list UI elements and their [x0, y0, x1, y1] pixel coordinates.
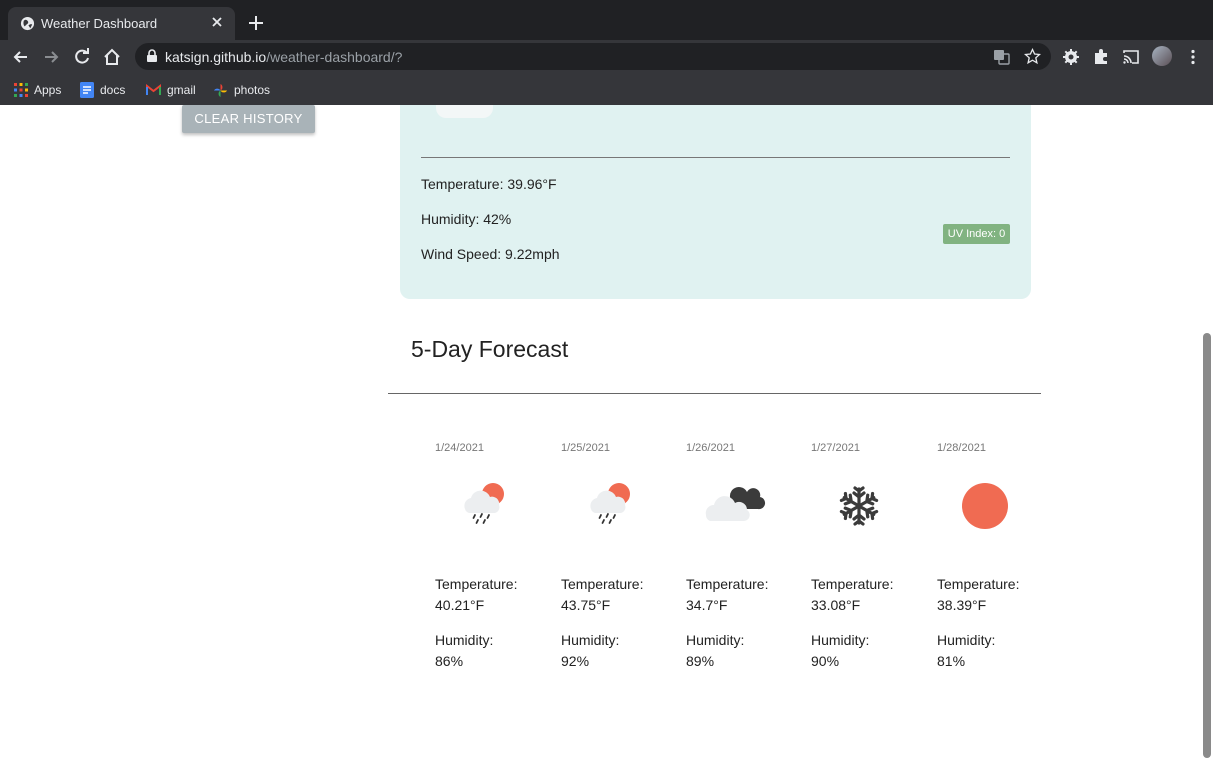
bookmark-label: photos [234, 83, 271, 97]
forecast-temperature: 34.7°F [686, 597, 728, 613]
docs-icon [80, 82, 94, 98]
clouds-icon [705, 487, 766, 521]
url-text[interactable]: katsign.github.io/weather-dashboard/? [165, 49, 402, 65]
bookmark-docs[interactable]: docs [80, 81, 125, 99]
current-temperature: Temperature: 39.96°F [421, 176, 557, 192]
snowflake-icon [839, 486, 879, 526]
forecast-temperature: 40.21°F [435, 597, 485, 613]
forecast-humidity: 81% [937, 653, 966, 669]
tab-bar: Weather Dashboard [0, 0, 1213, 40]
forecast-humidity: 90% [811, 653, 840, 669]
new-tab-icon[interactable] [247, 14, 265, 32]
apps-grid-icon [14, 83, 28, 97]
reload-icon[interactable] [72, 47, 92, 67]
bookmark-apps[interactable]: Apps [14, 81, 61, 99]
forecast-humidity-label: Humidity: [937, 632, 996, 648]
extensions-puzzle-icon[interactable] [1092, 48, 1110, 66]
bookmark-photos[interactable]: photos [213, 81, 270, 99]
forecast-temperature-label: Temperature: [686, 576, 769, 592]
forecast-humidity-label: Humidity: [686, 632, 745, 648]
tab-title: Weather Dashboard [41, 16, 158, 31]
forecast-humidity: 89% [686, 653, 715, 669]
address-bar[interactable]: katsign.github.io/weather-dashboard/? [135, 43, 1051, 70]
forecast-temperature-label: Temperature: [937, 576, 1020, 592]
bookmark-star-icon[interactable] [1024, 48, 1041, 65]
forecast-date: 1/24/2021 [435, 442, 484, 454]
gmail-icon [146, 84, 161, 95]
forecast-date: 1/27/2021 [811, 442, 860, 454]
close-icon[interactable] [209, 14, 225, 30]
bookmark-label: docs [100, 83, 126, 97]
divider [421, 157, 1010, 158]
bookmarks-bar: Apps docs gmail photos [0, 73, 1213, 105]
forecast-temperature: 33.08°F [811, 597, 861, 613]
lock-icon[interactable] [145, 49, 159, 63]
forward-icon[interactable] [41, 47, 61, 67]
forecast-title: 5-Day Forecast [411, 336, 569, 362]
forecast-temperature-label: Temperature: [811, 576, 894, 592]
bookmark-label: gmail [167, 83, 196, 97]
page-content: CLEAR HISTORY Temperature: 39.96°F Humid… [0, 105, 1213, 758]
forecast-date: 1/25/2021 [561, 442, 610, 454]
current-humidity: Humidity: 42% [421, 211, 512, 227]
forecast-date: 1/28/2021 [937, 442, 986, 454]
browser-tab[interactable]: Weather Dashboard [8, 7, 235, 40]
forecast-humidity: 86% [435, 653, 464, 669]
current-weather-icon [436, 105, 493, 118]
forecast-temperature: 38.39°F [937, 597, 987, 613]
forecast-temperature: 43.75°F [561, 597, 611, 613]
bookmark-label: Apps [34, 83, 62, 97]
forecast-temperature-label: Temperature: [435, 576, 518, 592]
forecast-humidity-label: Humidity: [811, 632, 870, 648]
translate-icon[interactable] [993, 48, 1010, 65]
current-wind-speed: Wind Speed: 9.22mph [421, 246, 560, 262]
extension-gear-icon[interactable] [1062, 48, 1080, 66]
forecast-humidity: 92% [561, 653, 590, 669]
uv-index-badge: UV Index: 0 [943, 224, 1010, 244]
rain-sun-icon [464, 483, 504, 524]
current-weather-card: Temperature: 39.96°F Humidity: 42% Wind … [400, 105, 1031, 299]
profile-avatar[interactable] [1152, 46, 1172, 66]
forecast-temperature-label: Temperature: [561, 576, 644, 592]
rain-sun-icon [590, 483, 630, 524]
forecast-humidity-label: Humidity: [561, 632, 620, 648]
sun-icon [962, 483, 1008, 529]
photos-icon [213, 83, 228, 97]
forecast-date: 1/26/2021 [686, 442, 735, 454]
page-scrollbar[interactable] [1203, 333, 1211, 758]
home-icon[interactable] [102, 47, 122, 67]
clear-history-button[interactable]: CLEAR HISTORY [182, 105, 315, 133]
browser-toolbar: katsign.github.io/weather-dashboard/? [0, 40, 1213, 73]
back-icon[interactable] [11, 47, 31, 67]
bookmark-gmail[interactable]: gmail [146, 81, 196, 99]
menu-dots-icon[interactable] [1184, 48, 1202, 66]
globe-icon [20, 16, 35, 31]
forecast-humidity-label: Humidity: [435, 632, 494, 648]
divider [388, 393, 1041, 394]
cast-icon[interactable] [1122, 48, 1140, 66]
